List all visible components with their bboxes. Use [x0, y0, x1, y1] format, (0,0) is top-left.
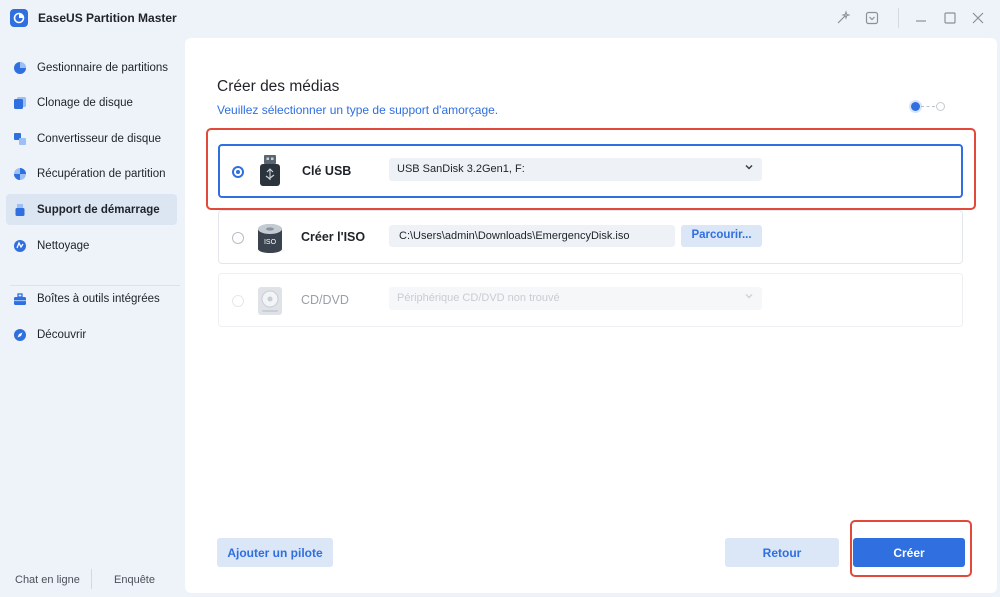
toolbox-icon — [13, 292, 27, 306]
usb-device-value: USB SanDisk 3.2Gen1, F: — [397, 163, 525, 175]
cd-dvd-option-card: CD/DVD Périphérique CD/DVD non trouvé — [218, 273, 963, 327]
back-button[interactable]: Retour — [725, 538, 839, 567]
sidebar-item-disk-clone[interactable]: Clonage de disque — [6, 87, 177, 118]
cd-drive-icon — [253, 284, 287, 318]
survey-link[interactable]: Enquête — [114, 574, 155, 586]
cd-dvd-option-label: CD/DVD — [301, 293, 349, 307]
pie-chart-icon — [13, 61, 27, 75]
online-chat-link[interactable]: Chat en ligne — [15, 574, 80, 586]
sidebar: Gestionnaire de partitions Clonage de di… — [0, 48, 185, 597]
usb-icon — [13, 203, 27, 217]
iso-path-input[interactable]: C:\Users\admin\Downloads\EmergencyDisk.i… — [389, 225, 675, 247]
create-button[interactable]: Créer — [853, 538, 965, 567]
close-icon[interactable] — [969, 9, 987, 27]
sparkle-icon[interactable] — [834, 9, 852, 27]
app-title: EaseUS Partition Master — [38, 11, 177, 25]
clone-icon — [13, 96, 27, 110]
usb-option-label: Clé USB — [302, 164, 352, 178]
titlebar-separator — [898, 8, 899, 28]
app-logo-icon — [10, 9, 28, 27]
sidebar-item-partition-recovery[interactable]: Récupération de partition — [6, 158, 177, 189]
add-driver-button[interactable]: Ajouter un pilote — [217, 538, 333, 567]
recovery-icon — [13, 167, 27, 181]
cd-dvd-placeholder: Périphérique CD/DVD non trouvé — [397, 292, 560, 304]
clean-icon — [13, 239, 27, 253]
sidebar-item-partition-manager[interactable]: Gestionnaire de partitions — [6, 52, 177, 83]
maximize-icon[interactable] — [941, 9, 959, 27]
sidebar-item-discover[interactable]: Découvrir — [6, 319, 177, 350]
sidebar-item-label: Récupération de partition — [37, 167, 166, 180]
chevron-down-icon — [744, 291, 754, 304]
chevron-down-icon — [744, 162, 754, 175]
cd-dvd-radio — [232, 295, 244, 307]
step-indicator — [911, 102, 945, 111]
sidebar-item-toolbox[interactable]: Boîtes à outils intégrées — [6, 283, 177, 314]
sidebar-item-disk-converter[interactable]: Convertisseur de disque — [6, 123, 177, 154]
convert-icon — [13, 132, 27, 146]
usb-option-card[interactable]: Clé USB USB SanDisk 3.2Gen1, F: — [218, 144, 963, 198]
main-panel: Créer des médias Veuillez sélectionner u… — [185, 38, 997, 593]
iso-option-label: Créer l'ISO — [301, 230, 366, 244]
sidebar-item-label: Nettoyage — [37, 239, 90, 252]
title-bar: EaseUS Partition Master — [0, 0, 1000, 36]
sidebar-item-label: Support de démarrage — [37, 203, 160, 216]
page-title: Créer des médias — [217, 78, 340, 95]
usb-drive-icon — [253, 153, 287, 187]
usb-device-select[interactable]: USB SanDisk 3.2Gen1, F: — [389, 158, 762, 181]
page-subtitle: Veuillez sélectionner un type de support… — [217, 103, 499, 117]
sidebar-item-label: Convertisseur de disque — [37, 132, 162, 145]
step-dot-active — [911, 102, 920, 111]
cd-dvd-select: Périphérique CD/DVD non trouvé — [389, 287, 762, 310]
sidebar-item-label: Clonage de disque — [37, 96, 133, 109]
sidebar-item-label: Découvrir — [37, 328, 87, 341]
iso-disk-icon: ISO — [253, 221, 287, 255]
sidebar-item-label: Boîtes à outils intégrées — [37, 292, 160, 305]
footer-separator — [91, 569, 92, 589]
step-dot-inactive — [936, 102, 945, 111]
iso-option-card[interactable]: ISO Créer l'ISO C:\Users\admin\Downloads… — [218, 210, 963, 264]
compass-icon — [13, 328, 27, 342]
sidebar-item-cleanup[interactable]: Nettoyage — [6, 230, 177, 261]
feedback-icon[interactable] — [863, 9, 881, 27]
browse-button[interactable]: Parcourir... — [681, 225, 762, 247]
sidebar-item-label: Gestionnaire de partitions — [37, 61, 169, 74]
step-connector — [921, 106, 935, 107]
svg-text:ISO: ISO — [264, 239, 277, 246]
sidebar-item-boot-media[interactable]: Support de démarrage — [6, 194, 177, 225]
minimize-icon[interactable] — [912, 9, 930, 27]
usb-radio[interactable] — [232, 166, 244, 178]
iso-radio[interactable] — [232, 232, 244, 244]
